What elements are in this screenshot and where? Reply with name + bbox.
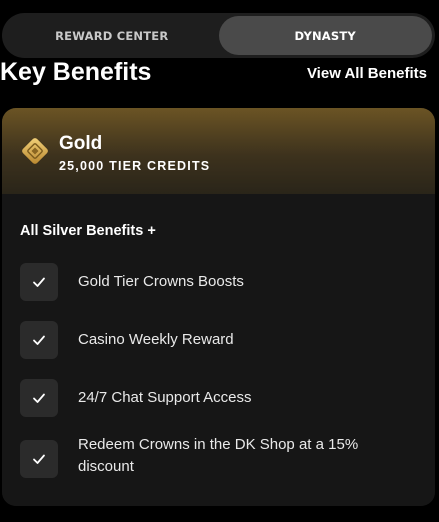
tab-bar: REWARD CENTER DYNASTY (2, 13, 435, 58)
gold-diamond-icon (22, 138, 48, 164)
tier-benefits-card: Gold 25,000 TIER CREDITS All Silver Bene… (2, 108, 435, 506)
benefit-label: Gold Tier Crowns Boosts (78, 273, 244, 290)
section-title: Key Benefits (0, 58, 152, 86)
benefits-list: All Silver Benefits + Gold Tier Crowns B… (2, 194, 435, 506)
tab-dynasty[interactable]: DYNASTY (218, 16, 432, 55)
check-icon (20, 440, 58, 478)
benefit-label: 24/7 Chat Support Access (78, 389, 252, 406)
check-icon (20, 263, 58, 301)
check-icon (20, 321, 58, 359)
check-icon (20, 379, 58, 417)
tier-credits: 25,000 TIER CREDITS (59, 159, 211, 173)
benefit-label: Casino Weekly Reward (78, 331, 234, 348)
benefit-label: Redeem Crowns in the DK Shop at a 15% di… (78, 436, 359, 475)
tier-header: Gold 25,000 TIER CREDITS (2, 108, 435, 194)
dynasty-benefits-page: REWARD CENTER DYNASTY Key Benefits View … (0, 0, 439, 522)
view-all-benefits-link[interactable]: View All Benefits (307, 65, 427, 82)
tab-reward-center[interactable]: REWARD CENTER (5, 16, 219, 55)
benefits-heading: All Silver Benefits + (20, 223, 156, 239)
tier-name: Gold (59, 133, 103, 154)
